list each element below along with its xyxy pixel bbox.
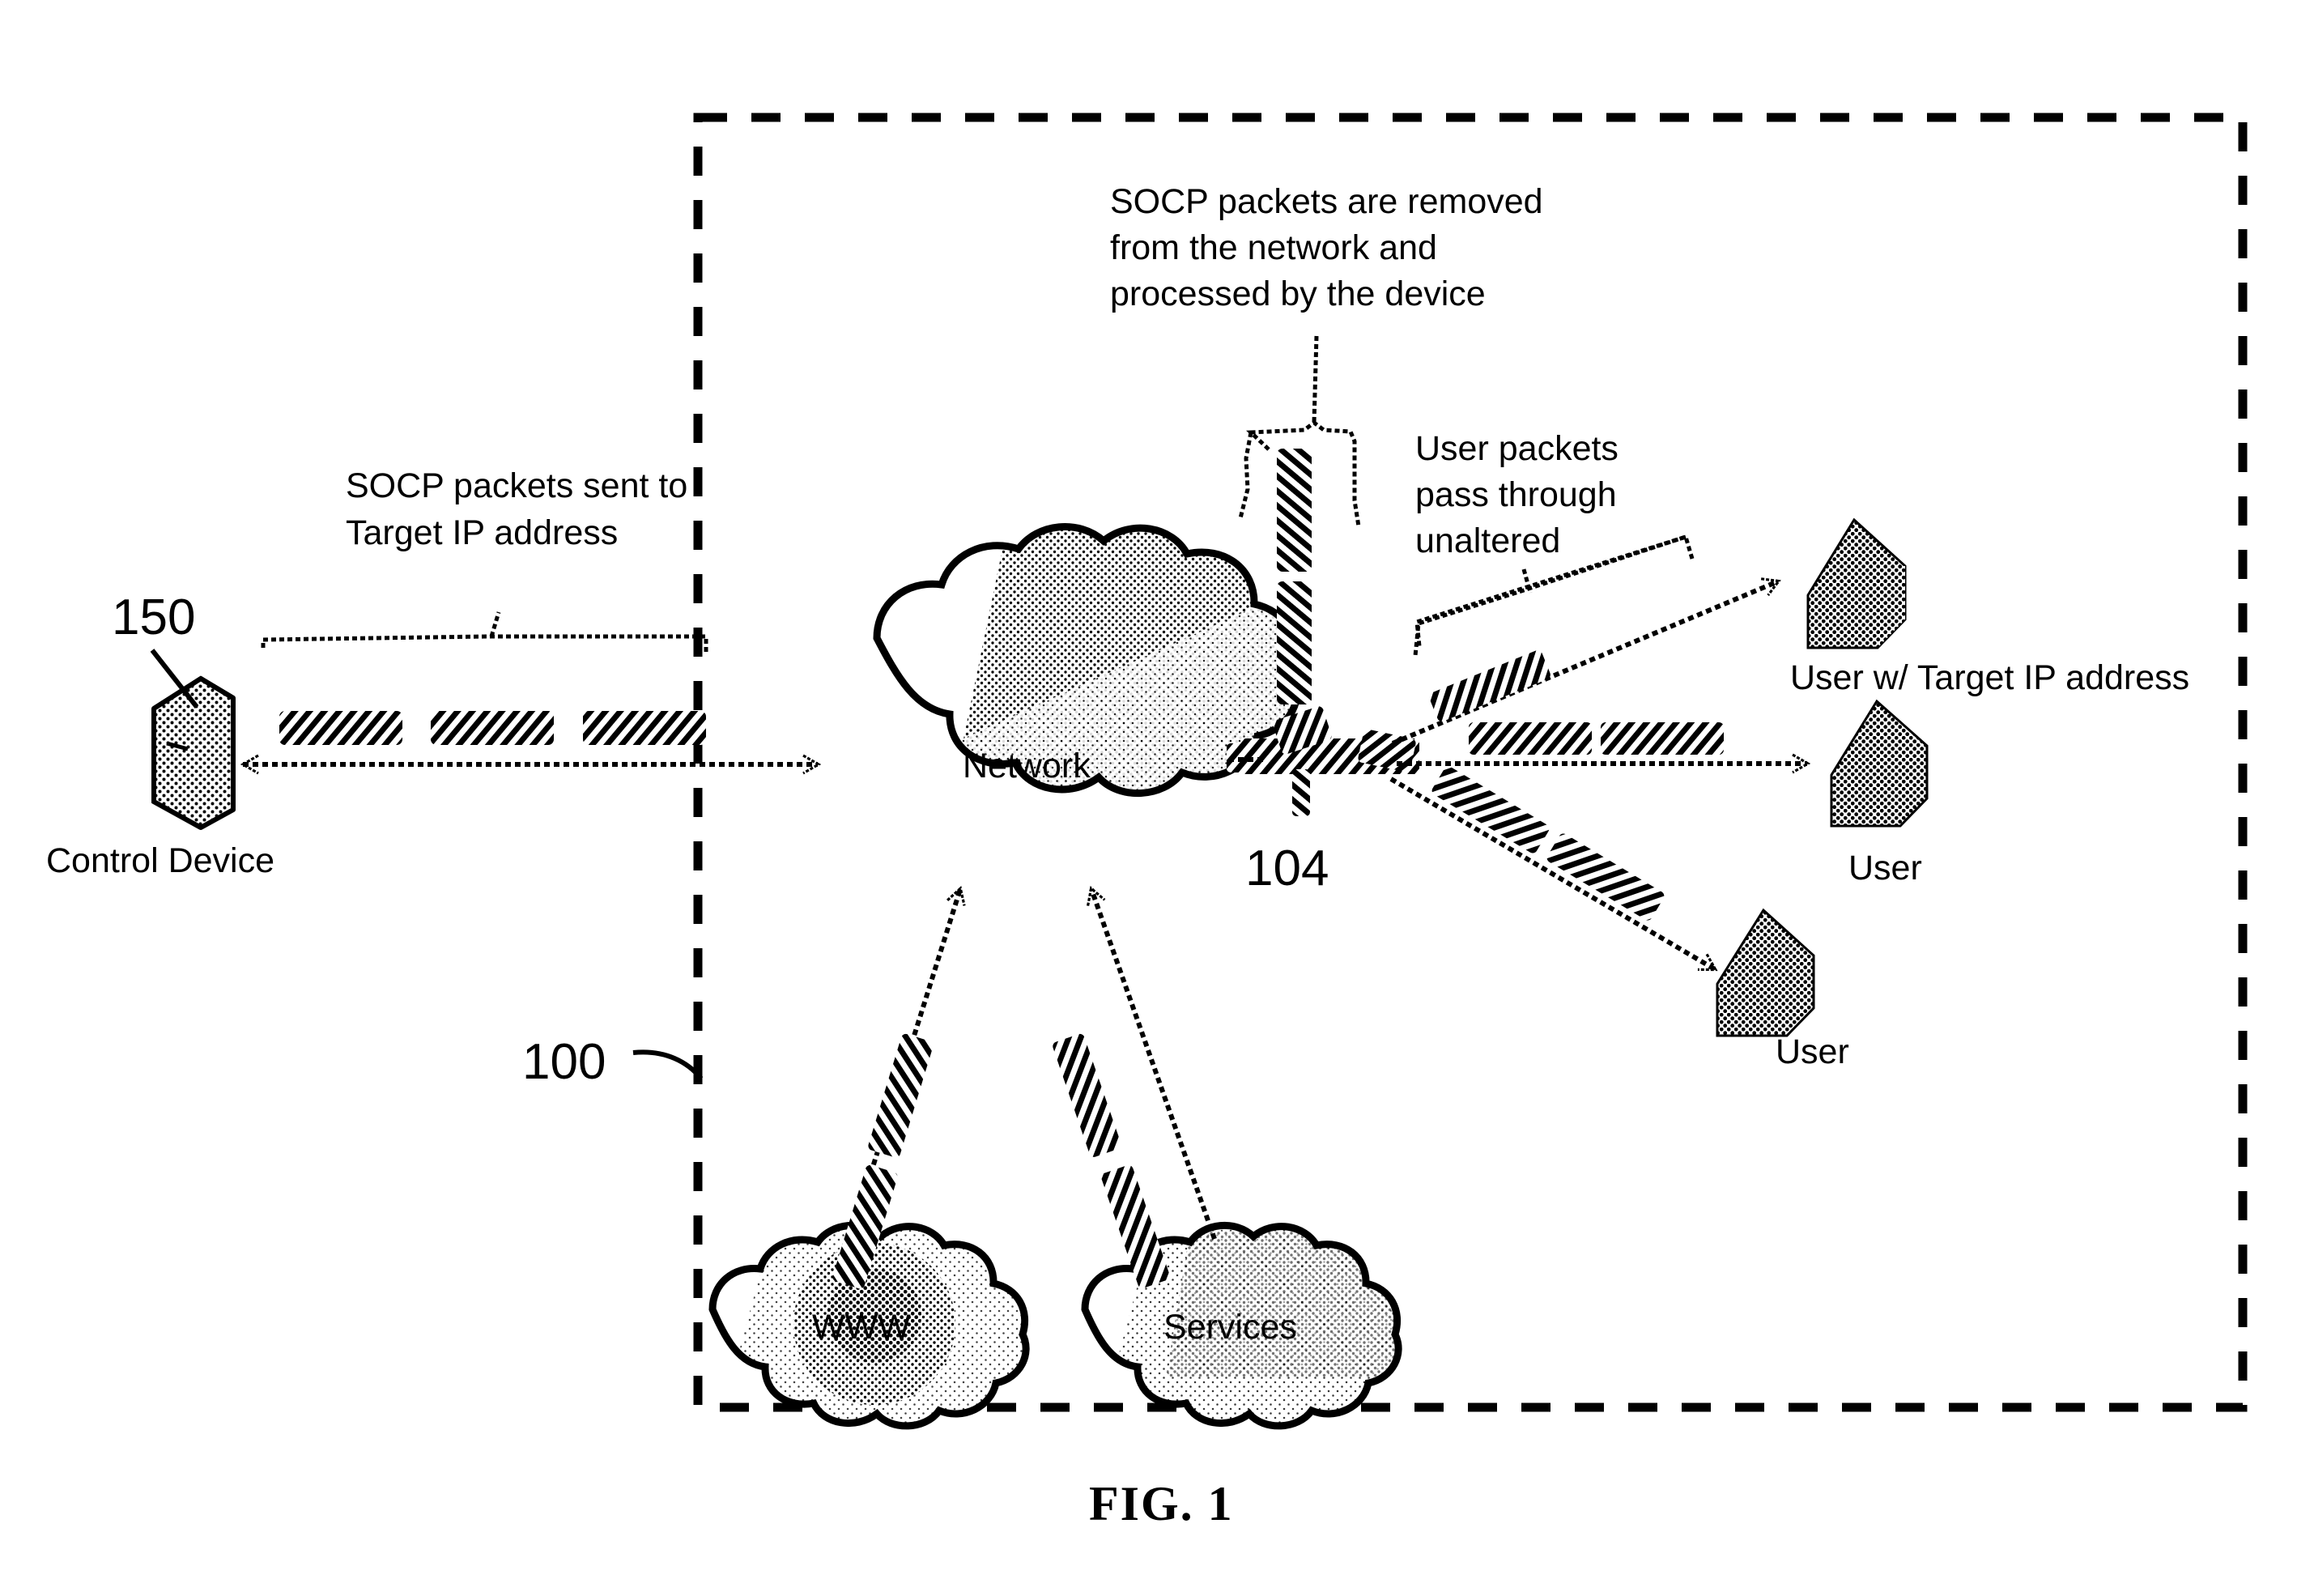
user-middle-label: User [1848, 849, 1922, 887]
socp-sent-annotation: SOCP packets sent to Target IP address [261, 466, 708, 654]
socp-sent-line2: Target IP address [346, 513, 618, 552]
device-to-user-target-arrow [1391, 581, 1778, 746]
user-bottom-node: User [1716, 908, 1849, 1071]
packet-block [1431, 766, 1550, 853]
socp-packet-column-up [1277, 449, 1312, 704]
socp-removed-line2: from the network and [1110, 228, 1437, 267]
house-icon-shadow [1878, 566, 1905, 648]
services-cloud-shading-2 [1166, 1231, 1399, 1377]
packet-block [1053, 1033, 1121, 1157]
packet-block [431, 711, 554, 745]
control-device-label: Control Device [46, 841, 274, 880]
packet-block [1277, 581, 1312, 704]
device-to-user-bottom-arrow [1389, 777, 1715, 969]
user-packets-line3: unaltered [1415, 521, 1560, 560]
socp-sent-bracket-stem [489, 611, 501, 637]
user-packets-leader-tick [1521, 568, 1533, 594]
user-target-label: User w/ Target IP address [1790, 658, 2189, 697]
packet-block [1277, 449, 1312, 572]
socp-sent-bracket [261, 634, 708, 654]
ref-100: 100 [522, 1034, 606, 1090]
packet-block [1429, 650, 1550, 721]
socp-removed-bracket-left-tail [1238, 432, 1253, 519]
device-block-lower-stub [1292, 769, 1310, 816]
control-device-node [151, 675, 236, 830]
socp-removed-leader-stem [1312, 335, 1319, 423]
user-middle-node: User [1830, 699, 1929, 887]
packet-block [583, 711, 706, 745]
packet-block [1469, 722, 1592, 755]
user-packets-line2: pass through [1415, 475, 1617, 514]
house-icon [1830, 699, 1929, 828]
patent-figure-1: 150 Control Device SOCP packets sent to … [0, 0, 2297, 1596]
socp-removed-line3: processed by the device [1110, 275, 1486, 313]
socp-removed-line1: SOCP packets are removed [1110, 182, 1543, 221]
ref-150: 150 [112, 589, 195, 645]
user-target-node: User w/ Target IP address [1790, 517, 2189, 697]
ref-100-leader-line [632, 1049, 704, 1080]
user-packets-annotation: User packets pass through unaltered [1413, 429, 1695, 657]
house-icon [1716, 908, 1815, 1037]
packet-block [868, 1033, 934, 1158]
ref-104: 104 [1245, 841, 1329, 896]
packet-block [1546, 833, 1665, 921]
www-cloud-label: WWW [812, 1308, 911, 1347]
figure-caption: FIG. 1 [1089, 1477, 1234, 1530]
user-packets-line1: User packets [1415, 429, 1619, 468]
socp-packet-train-left [279, 711, 706, 745]
network-cloud-label: Network [963, 747, 1091, 785]
services-cloud-label: Services [1163, 1308, 1297, 1347]
socp-sent-line1: SOCP packets sent to [346, 466, 687, 505]
packet-block [1601, 722, 1724, 755]
user-bottom-label: User [1776, 1032, 1849, 1071]
packet-block [279, 711, 402, 745]
figure-canvas: 150 Control Device SOCP packets sent to … [46, 113, 2248, 1530]
network-cloud-node: Network [873, 523, 1301, 797]
